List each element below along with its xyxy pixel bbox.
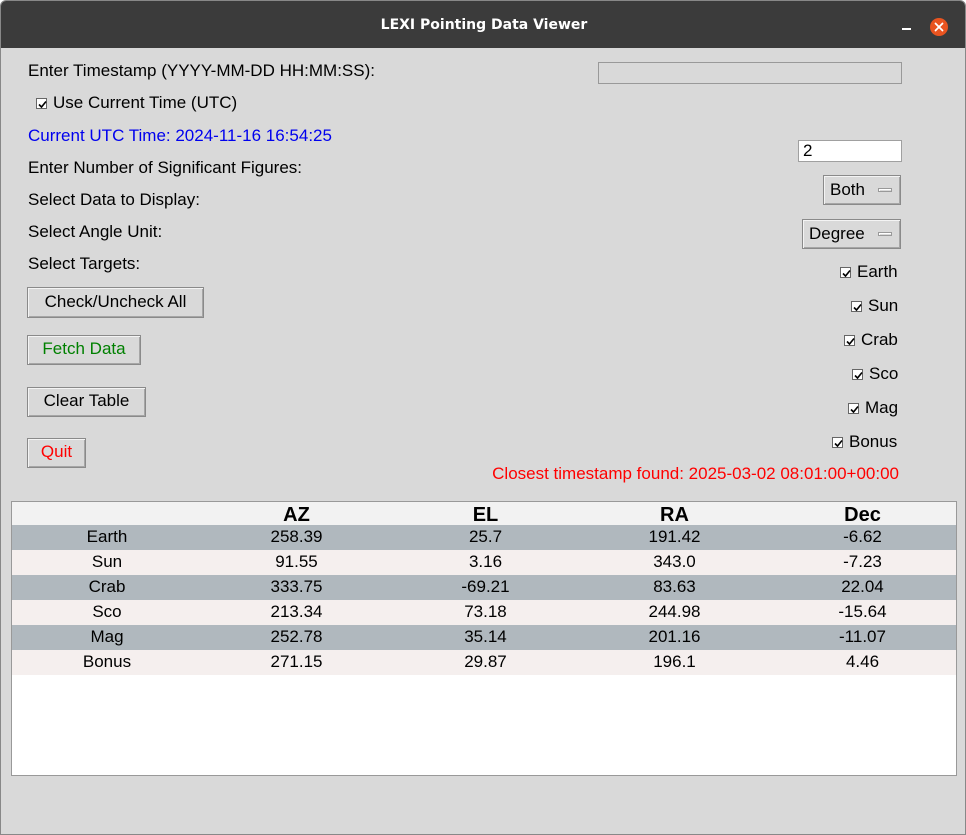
target-checkbox-sco[interactable]: [852, 369, 863, 380]
table-cell-target: Mag: [90, 627, 124, 646]
target-checkbox-mag[interactable]: [848, 403, 859, 414]
table-cell-dec: 22.04: [841, 577, 884, 596]
table-cell-dec: 4.46: [845, 652, 880, 671]
table-cell-el: 3.16: [468, 552, 503, 571]
table-cell-target: Sun: [91, 552, 123, 571]
sigfig-input[interactable]: [798, 140, 902, 162]
window-title: LEXI Pointing Data Viewer: [380, 17, 588, 33]
table-row[interactable]: Crab 333.75 -69.21 83.63 22.04: [12, 575, 956, 600]
checkmark-icon: [850, 405, 859, 414]
checkmark-icon: [853, 303, 862, 312]
target-checkbox-sun[interactable]: [851, 301, 862, 312]
quit-button[interactable]: Quit: [27, 438, 86, 468]
timestamp-input[interactable]: [598, 62, 902, 84]
angle-select[interactable]: Degree: [802, 219, 901, 249]
header-cell-ra: RA: [660, 504, 689, 526]
current-utc-time: Current UTC Time: 2024-11-16 16:54:25: [28, 126, 332, 145]
table-cell-ra: 343.0: [653, 552, 696, 571]
table-cell-az: 333.75: [270, 577, 323, 596]
title-bar: LEXI Pointing Data Viewer: [1, 1, 965, 48]
table-cell-dec: -15.64: [838, 602, 887, 621]
table-cell-az: 252.78: [270, 627, 323, 646]
clear-table-button[interactable]: Clear Table: [27, 387, 146, 417]
minimize-icon: [902, 28, 911, 30]
minimize-button[interactable]: [897, 17, 915, 35]
table-cell-el: 73.18: [464, 602, 507, 621]
table-cell-az: 271.15: [270, 652, 323, 671]
target-checkbox-crab[interactable]: [844, 335, 855, 346]
table-cell-target: Sco: [92, 602, 122, 621]
table-cell-dec: -7.23: [843, 552, 882, 571]
checkmark-icon: [842, 269, 851, 278]
header-cell-dec: Dec: [844, 504, 881, 526]
table-cell-ra: 191.42: [648, 527, 701, 546]
display-select-value: Both: [830, 180, 865, 199]
target-label-earth: Earth: [857, 262, 898, 281]
target-checkbox-bonus[interactable]: [832, 437, 843, 448]
table-cell-ra: 244.98: [648, 602, 701, 621]
timestamp-label: Enter Timestamp (YYYY-MM-DD HH:MM:SS):: [28, 61, 375, 80]
table-row[interactable]: Sun 91.55 3.16 343.0 -7.23: [12, 550, 956, 575]
table-cell-dec: -6.62: [843, 527, 882, 546]
close-button[interactable]: [930, 18, 948, 36]
table-cell-az: 258.39: [270, 527, 323, 546]
checkmark-icon: [38, 100, 47, 109]
header-cell-el: EL: [472, 504, 499, 526]
results-table[interactable]: AZ EL RA Dec Earth 258.39 25.7 191.42 -6…: [11, 501, 957, 776]
angle-select-value: Degree: [809, 224, 865, 243]
check-uncheck-all-button[interactable]: Check/Uncheck All: [27, 287, 204, 318]
target-label-bonus: Bonus: [849, 432, 898, 451]
sigfig-label: Enter Number of Significant Figures:: [28, 158, 303, 177]
checkmark-icon: [854, 371, 863, 380]
table-cell-az: 213.34: [270, 602, 323, 621]
app-window: LEXI Pointing Data Viewer Enter Timestam…: [0, 0, 966, 835]
close-icon: [934, 22, 944, 32]
use-current-time-checkbox[interactable]: [36, 98, 47, 109]
table-cell-el: 29.87: [464, 652, 507, 671]
target-label-sco: Sco: [869, 364, 899, 383]
use-current-time-label: Use Current Time (UTC): [53, 93, 238, 112]
target-label-mag: Mag: [865, 398, 899, 417]
table-row[interactable]: Sco 213.34 73.18 244.98 -15.64: [12, 600, 956, 625]
table-header: AZ EL RA Dec: [12, 502, 956, 526]
header-cell-az: AZ: [283, 504, 310, 526]
table-cell-el: 25.7: [468, 527, 503, 546]
table-cell-target: Earth: [86, 527, 128, 546]
angle-label: Select Angle Unit:: [28, 222, 163, 241]
table-cell-dec: -11.07: [839, 627, 886, 646]
checkmark-icon: [834, 439, 843, 448]
table-cell-target: Bonus: [82, 652, 132, 671]
table-cell-el: -69.21: [461, 577, 510, 596]
table-cell-target: Crab: [88, 577, 126, 596]
dropdown-indicator-icon: [878, 188, 892, 192]
display-label: Select Data to Display:: [28, 190, 200, 209]
checkmark-icon: [846, 337, 855, 346]
targets-label: Select Targets:: [28, 254, 141, 273]
table-row[interactable]: Mag 252.78 35.14 201.16 -11.07: [12, 625, 956, 650]
table-cell-ra: 83.63: [653, 577, 696, 596]
fetch-data-button[interactable]: Fetch Data: [27, 335, 141, 365]
target-checkbox-earth[interactable]: [840, 267, 851, 278]
table-cell-ra: 201.16: [648, 627, 701, 646]
table-cell-el: 35.14: [464, 627, 507, 646]
target-label-sun: Sun: [868, 296, 899, 315]
table-row[interactable]: Bonus 271.15 29.87 196.1 4.46: [12, 650, 956, 675]
table-cell-az: 91.55: [275, 552, 318, 571]
table-cell-ra: 196.1: [653, 652, 696, 671]
table-row[interactable]: Earth 258.39 25.7 191.42 -6.62: [12, 525, 956, 550]
display-select[interactable]: Both: [823, 175, 901, 205]
closest-timestamp-status: Closest timestamp found: 2025-03-02 08:0…: [492, 464, 899, 483]
dropdown-indicator-icon: [878, 232, 892, 236]
target-label-crab: Crab: [861, 330, 898, 349]
